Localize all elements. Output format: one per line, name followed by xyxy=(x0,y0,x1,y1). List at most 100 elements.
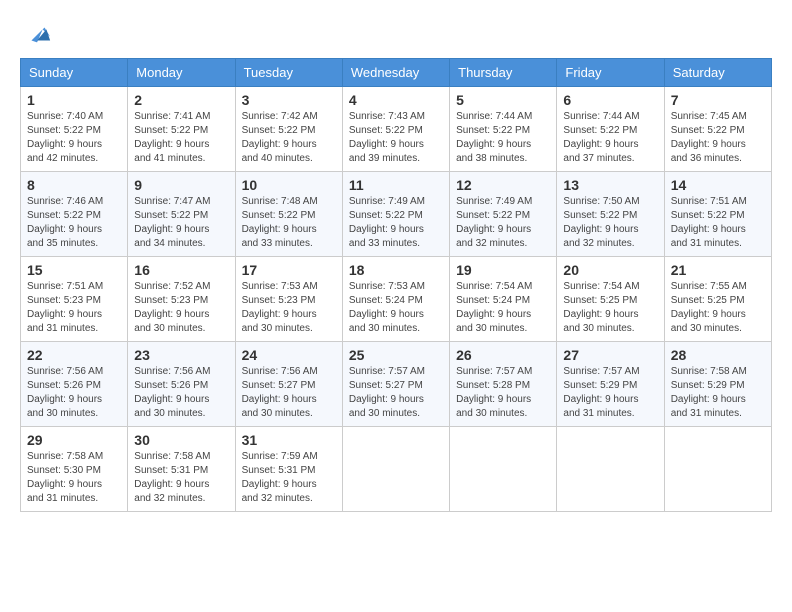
calendar-day-cell: 25 Sunrise: 7:57 AMSunset: 5:27 PMDaylig… xyxy=(342,342,449,427)
day-number: 9 xyxy=(134,177,228,193)
calendar-day-cell: 21 Sunrise: 7:55 AMSunset: 5:25 PMDaylig… xyxy=(664,257,771,342)
day-info: Sunrise: 7:56 AMSunset: 5:27 PMDaylight:… xyxy=(242,366,318,419)
day-number: 22 xyxy=(27,347,121,363)
day-info: Sunrise: 7:43 AMSunset: 5:22 PMDaylight:… xyxy=(349,111,425,164)
calendar-day-cell: 10 Sunrise: 7:48 AMSunset: 5:22 PMDaylig… xyxy=(235,172,342,257)
day-number: 14 xyxy=(671,177,765,193)
day-number: 21 xyxy=(671,262,765,278)
calendar-day-cell: 4 Sunrise: 7:43 AMSunset: 5:22 PMDayligh… xyxy=(342,87,449,172)
day-info: Sunrise: 7:54 AMSunset: 5:25 PMDaylight:… xyxy=(563,281,639,334)
day-number: 7 xyxy=(671,92,765,108)
calendar-day-cell: 20 Sunrise: 7:54 AMSunset: 5:25 PMDaylig… xyxy=(557,257,664,342)
day-number: 28 xyxy=(671,347,765,363)
calendar-week-row: 22 Sunrise: 7:56 AMSunset: 5:26 PMDaylig… xyxy=(21,342,772,427)
day-number: 6 xyxy=(563,92,657,108)
day-info: Sunrise: 7:44 AMSunset: 5:22 PMDaylight:… xyxy=(456,111,532,164)
calendar-day-cell: 17 Sunrise: 7:53 AMSunset: 5:23 PMDaylig… xyxy=(235,257,342,342)
day-info: Sunrise: 7:44 AMSunset: 5:22 PMDaylight:… xyxy=(563,111,639,164)
day-info: Sunrise: 7:51 AMSunset: 5:23 PMDaylight:… xyxy=(27,281,103,334)
calendar-day-cell: 14 Sunrise: 7:51 AMSunset: 5:22 PMDaylig… xyxy=(664,172,771,257)
day-info: Sunrise: 7:58 AMSunset: 5:31 PMDaylight:… xyxy=(134,451,210,504)
day-number: 2 xyxy=(134,92,228,108)
calendar-day-cell: 15 Sunrise: 7:51 AMSunset: 5:23 PMDaylig… xyxy=(21,257,128,342)
day-number: 8 xyxy=(27,177,121,193)
day-info: Sunrise: 7:47 AMSunset: 5:22 PMDaylight:… xyxy=(134,196,210,249)
calendar-week-row: 8 Sunrise: 7:46 AMSunset: 5:22 PMDayligh… xyxy=(21,172,772,257)
day-number: 1 xyxy=(27,92,121,108)
day-info: Sunrise: 7:45 AMSunset: 5:22 PMDaylight:… xyxy=(671,111,747,164)
calendar-day-cell: 3 Sunrise: 7:42 AMSunset: 5:22 PMDayligh… xyxy=(235,87,342,172)
day-number: 27 xyxy=(563,347,657,363)
day-number: 18 xyxy=(349,262,443,278)
calendar-header-cell: Friday xyxy=(557,59,664,87)
calendar-day-cell: 23 Sunrise: 7:56 AMSunset: 5:26 PMDaylig… xyxy=(128,342,235,427)
day-number: 24 xyxy=(242,347,336,363)
calendar-week-row: 1 Sunrise: 7:40 AMSunset: 5:22 PMDayligh… xyxy=(21,87,772,172)
day-number: 12 xyxy=(456,177,550,193)
day-info: Sunrise: 7:46 AMSunset: 5:22 PMDaylight:… xyxy=(27,196,103,249)
day-number: 23 xyxy=(134,347,228,363)
day-number: 16 xyxy=(134,262,228,278)
calendar-day-cell: 12 Sunrise: 7:49 AMSunset: 5:22 PMDaylig… xyxy=(450,172,557,257)
day-info: Sunrise: 7:55 AMSunset: 5:25 PMDaylight:… xyxy=(671,281,747,334)
calendar-day-cell xyxy=(342,427,449,512)
day-info: Sunrise: 7:57 AMSunset: 5:29 PMDaylight:… xyxy=(563,366,639,419)
calendar-day-cell: 22 Sunrise: 7:56 AMSunset: 5:26 PMDaylig… xyxy=(21,342,128,427)
day-info: Sunrise: 7:51 AMSunset: 5:22 PMDaylight:… xyxy=(671,196,747,249)
day-info: Sunrise: 7:54 AMSunset: 5:24 PMDaylight:… xyxy=(456,281,532,334)
logo-icon xyxy=(24,20,52,48)
calendar-day-cell: 30 Sunrise: 7:58 AMSunset: 5:31 PMDaylig… xyxy=(128,427,235,512)
calendar-day-cell: 2 Sunrise: 7:41 AMSunset: 5:22 PMDayligh… xyxy=(128,87,235,172)
calendar-header-cell: Wednesday xyxy=(342,59,449,87)
calendar-day-cell xyxy=(557,427,664,512)
calendar-day-cell: 8 Sunrise: 7:46 AMSunset: 5:22 PMDayligh… xyxy=(21,172,128,257)
day-number: 19 xyxy=(456,262,550,278)
day-number: 26 xyxy=(456,347,550,363)
day-info: Sunrise: 7:50 AMSunset: 5:22 PMDaylight:… xyxy=(563,196,639,249)
calendar-day-cell: 11 Sunrise: 7:49 AMSunset: 5:22 PMDaylig… xyxy=(342,172,449,257)
day-info: Sunrise: 7:49 AMSunset: 5:22 PMDaylight:… xyxy=(456,196,532,249)
day-number: 3 xyxy=(242,92,336,108)
day-info: Sunrise: 7:52 AMSunset: 5:23 PMDaylight:… xyxy=(134,281,210,334)
calendar-header-cell: Sunday xyxy=(21,59,128,87)
calendar-day-cell: 18 Sunrise: 7:53 AMSunset: 5:24 PMDaylig… xyxy=(342,257,449,342)
calendar-body: 1 Sunrise: 7:40 AMSunset: 5:22 PMDayligh… xyxy=(21,87,772,512)
day-info: Sunrise: 7:56 AMSunset: 5:26 PMDaylight:… xyxy=(27,366,103,419)
day-number: 31 xyxy=(242,432,336,448)
calendar-day-cell xyxy=(664,427,771,512)
day-number: 17 xyxy=(242,262,336,278)
calendar-day-cell: 19 Sunrise: 7:54 AMSunset: 5:24 PMDaylig… xyxy=(450,257,557,342)
day-info: Sunrise: 7:58 AMSunset: 5:30 PMDaylight:… xyxy=(27,451,103,504)
day-info: Sunrise: 7:56 AMSunset: 5:26 PMDaylight:… xyxy=(134,366,210,419)
day-number: 11 xyxy=(349,177,443,193)
day-info: Sunrise: 7:57 AMSunset: 5:27 PMDaylight:… xyxy=(349,366,425,419)
calendar-day-cell: 29 Sunrise: 7:58 AMSunset: 5:30 PMDaylig… xyxy=(21,427,128,512)
calendar-day-cell: 27 Sunrise: 7:57 AMSunset: 5:29 PMDaylig… xyxy=(557,342,664,427)
day-number: 30 xyxy=(134,432,228,448)
day-info: Sunrise: 7:53 AMSunset: 5:23 PMDaylight:… xyxy=(242,281,318,334)
day-info: Sunrise: 7:53 AMSunset: 5:24 PMDaylight:… xyxy=(349,281,425,334)
calendar-header-cell: Tuesday xyxy=(235,59,342,87)
day-number: 29 xyxy=(27,432,121,448)
calendar-day-cell: 6 Sunrise: 7:44 AMSunset: 5:22 PMDayligh… xyxy=(557,87,664,172)
calendar-day-cell: 31 Sunrise: 7:59 AMSunset: 5:31 PMDaylig… xyxy=(235,427,342,512)
day-info: Sunrise: 7:57 AMSunset: 5:28 PMDaylight:… xyxy=(456,366,532,419)
day-info: Sunrise: 7:41 AMSunset: 5:22 PMDaylight:… xyxy=(134,111,210,164)
calendar-header-cell: Thursday xyxy=(450,59,557,87)
calendar-day-cell: 9 Sunrise: 7:47 AMSunset: 5:22 PMDayligh… xyxy=(128,172,235,257)
calendar-week-row: 29 Sunrise: 7:58 AMSunset: 5:30 PMDaylig… xyxy=(21,427,772,512)
calendar-day-cell: 16 Sunrise: 7:52 AMSunset: 5:23 PMDaylig… xyxy=(128,257,235,342)
header xyxy=(20,20,772,48)
day-number: 13 xyxy=(563,177,657,193)
calendar-day-cell: 5 Sunrise: 7:44 AMSunset: 5:22 PMDayligh… xyxy=(450,87,557,172)
day-number: 10 xyxy=(242,177,336,193)
calendar-table: SundayMondayTuesdayWednesdayThursdayFrid… xyxy=(20,58,772,512)
day-info: Sunrise: 7:40 AMSunset: 5:22 PMDaylight:… xyxy=(27,111,103,164)
calendar-day-cell: 7 Sunrise: 7:45 AMSunset: 5:22 PMDayligh… xyxy=(664,87,771,172)
day-number: 5 xyxy=(456,92,550,108)
calendar-day-cell: 28 Sunrise: 7:58 AMSunset: 5:29 PMDaylig… xyxy=(664,342,771,427)
calendar-day-cell: 13 Sunrise: 7:50 AMSunset: 5:22 PMDaylig… xyxy=(557,172,664,257)
day-number: 20 xyxy=(563,262,657,278)
day-info: Sunrise: 7:59 AMSunset: 5:31 PMDaylight:… xyxy=(242,451,318,504)
calendar-day-cell: 1 Sunrise: 7:40 AMSunset: 5:22 PMDayligh… xyxy=(21,87,128,172)
